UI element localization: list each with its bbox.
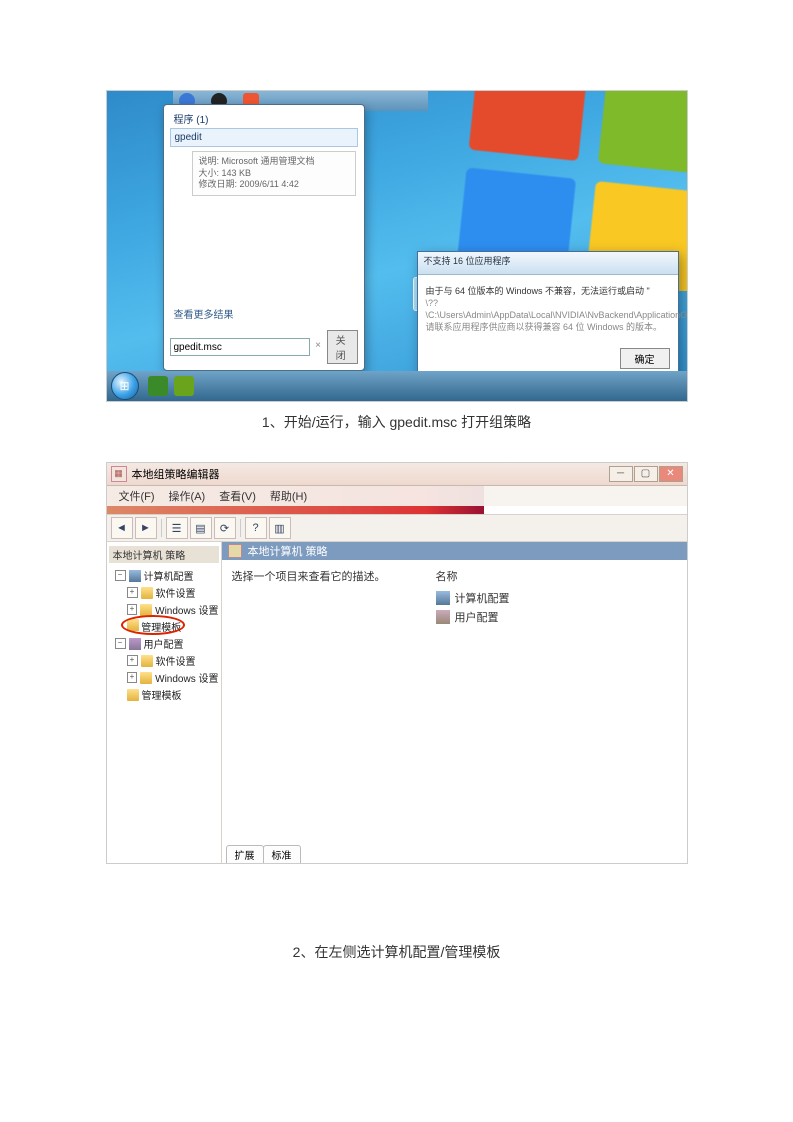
doc-icon	[228, 544, 242, 558]
clear-search-icon[interactable]: ×	[314, 340, 323, 354]
window-title: 本地组策略编辑器	[132, 466, 220, 482]
dialog-text-main: 由于与 64 位版本的 Windows 不兼容，无法运行或启动 "	[426, 286, 650, 296]
folder-icon	[127, 689, 139, 701]
taskbar	[107, 371, 687, 401]
collapse-icon[interactable]: −	[115, 638, 126, 649]
tree-admin-templates[interactable]: 管理模板	[127, 618, 182, 635]
help-icon[interactable]: ?	[245, 517, 267, 539]
see-more-results[interactable]: 查看更多结果	[164, 301, 364, 326]
search-result-tooltip: 说明: Microsoft 通用管理文档 大小: 143 KB 修改日期: 20…	[192, 151, 356, 196]
collapse-icon[interactable]: −	[115, 570, 126, 581]
start-menu-search-panel: 程序 (1) gpedit 说明: Microsoft 通用管理文档 大小: 1…	[163, 104, 365, 371]
column-header-name[interactable]: 名称	[436, 568, 510, 584]
maximize-button[interactable]: ▢	[634, 466, 658, 482]
tree-user-config[interactable]: − 用户配置	[115, 635, 219, 652]
computer-icon	[436, 591, 450, 605]
minimize-button[interactable]: ─	[609, 466, 633, 482]
toolbar: ◄ ► ☰ ▤ ⟳ ? ▥	[107, 514, 687, 542]
close-button[interactable]: ✕	[659, 466, 683, 482]
close-button[interactable]: 关闭	[327, 330, 358, 364]
tree-admin-templates[interactable]: 管理模板	[127, 686, 219, 703]
menu-file[interactable]: 文件(F)	[113, 487, 161, 505]
tooltip-line-date: 修改日期: 2009/6/11 4:42	[199, 179, 349, 191]
tab-standard[interactable]: 标准	[263, 845, 301, 863]
list-item-user-config[interactable]: 用户配置	[436, 609, 510, 625]
background-banner: 文件(F) 操作(A) 查看(V) 帮助(H)	[107, 486, 687, 514]
tree-windows-settings[interactable]: + Windows 设置	[127, 669, 219, 686]
gpedit-titlebar: ▦ 本地组策略编辑器 ─ ▢ ✕	[107, 463, 687, 486]
toolbar-button[interactable]: ☰	[166, 517, 188, 539]
expand-icon[interactable]: +	[127, 587, 138, 598]
toolbar-button[interactable]: ▤	[190, 517, 212, 539]
folder-icon	[140, 604, 152, 616]
folder-icon	[127, 619, 139, 631]
gpedit-window: ▦ 本地组策略编辑器 ─ ▢ ✕ 文件(F) 操作(A) 查看(V) 帮助(H)	[107, 463, 687, 863]
tree-software-settings[interactable]: + 软件设置	[127, 584, 219, 601]
search-result-gpedit[interactable]: gpedit	[170, 128, 358, 147]
dialog-ok-button[interactable]: 确定	[620, 348, 670, 369]
screenshot-start-run: 程序 (1) gpedit 说明: Microsoft 通用管理文档 大小: 1…	[106, 90, 688, 402]
tree-windows-settings[interactable]: + Windows 设置	[127, 601, 219, 618]
list-item-computer-config[interactable]: 计算机配置	[436, 590, 510, 606]
tooltip-line-size: 大小: 143 KB	[199, 168, 349, 180]
nvidia-icon[interactable]	[174, 376, 194, 396]
forward-button[interactable]: ►	[135, 517, 157, 539]
tooltip-line-desc: 说明: Microsoft 通用管理文档	[199, 156, 349, 168]
details-hint: 选择一个项目来查看它的描述。	[232, 568, 386, 584]
tree-computer-config[interactable]: − 计算机配置	[115, 567, 219, 584]
folder-icon	[140, 672, 152, 684]
policy-tree: 本地计算机 策略 − 计算机配置 + 软件设置 + Windows	[107, 542, 222, 863]
menu-view[interactable]: 查看(V)	[213, 487, 262, 505]
tree-root[interactable]: 本地计算机 策略	[109, 546, 219, 563]
caption-2: 2、在左侧选计算机配置/管理模板	[70, 942, 723, 962]
expand-icon[interactable]: +	[127, 604, 138, 615]
menu-bar: 文件(F) 操作(A) 查看(V) 帮助(H)	[107, 486, 687, 506]
menu-action[interactable]: 操作(A)	[163, 487, 212, 505]
dialog-text-path: \??\C:\Users\Admin\AppData\Local\NVIDIA\…	[426, 298, 687, 332]
expand-icon[interactable]: +	[127, 655, 138, 666]
tree-software-settings[interactable]: + 软件设置	[127, 652, 219, 669]
user-icon	[436, 610, 450, 624]
dialog-title: 不支持 16 位应用程序	[418, 252, 678, 275]
toolbar-button[interactable]: ▥	[269, 517, 291, 539]
incompatible-app-dialog: 不支持 16 位应用程序 由于与 64 位版本的 Windows 不兼容，无法运…	[417, 251, 679, 378]
taskbar-icon[interactable]	[148, 376, 168, 396]
refresh-icon[interactable]: ⟳	[214, 517, 236, 539]
start-button[interactable]	[111, 372, 139, 400]
menu-help[interactable]: 帮助(H)	[264, 487, 313, 505]
back-button[interactable]: ◄	[111, 517, 133, 539]
tab-extended[interactable]: 扩展	[226, 845, 264, 863]
start-search-input[interactable]	[170, 338, 310, 356]
dialog-body: 由于与 64 位版本的 Windows 不兼容，无法运行或启动 " \??\C:…	[418, 275, 678, 344]
expand-icon[interactable]: +	[127, 672, 138, 683]
computer-icon	[129, 570, 141, 582]
folder-icon	[141, 587, 153, 599]
search-category-programs: 程序 (1)	[164, 105, 364, 128]
caption-1: 1、开始/运行，输入 gpedit.msc 打开组策略	[70, 412, 723, 432]
app-icon: ▦	[111, 466, 127, 482]
folder-icon	[141, 655, 153, 667]
user-icon	[129, 638, 141, 650]
details-tabs: 扩展 标准	[222, 845, 687, 863]
details-pane: 本地计算机 策略 选择一个项目来查看它的描述。 名称 计算机配置	[222, 542, 687, 863]
win7-desktop: 程序 (1) gpedit 说明: Microsoft 通用管理文档 大小: 1…	[107, 91, 687, 401]
details-title: 本地计算机 策略	[222, 542, 687, 560]
screenshot-gpedit: ▦ 本地组策略编辑器 ─ ▢ ✕ 文件(F) 操作(A) 查看(V) 帮助(H)	[106, 462, 688, 864]
